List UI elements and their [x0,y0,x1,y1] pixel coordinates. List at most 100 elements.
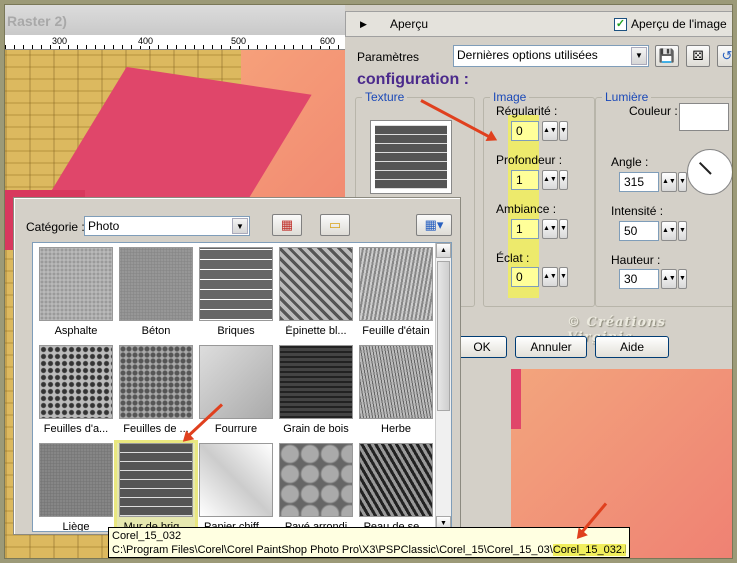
intensity-input[interactable]: 50 [619,221,659,241]
scroll-up-icon[interactable]: ▲ [436,243,451,258]
shine-input[interactable]: 0 [511,267,539,287]
texture-tile[interactable]: Feuilles d'a... [37,345,115,435]
grass-texture [359,345,433,419]
cork-texture [39,443,113,517]
regularity-input[interactable]: 0 [511,121,539,141]
preview-label: Aperçu [390,17,429,31]
preview-image-toggle[interactable]: ✓ Aperçu de l'image [614,17,727,31]
texture-name: Feuilles d'a... [43,423,109,435]
category-select[interactable]: Photo ▼ [84,216,250,236]
spin-updown-icon[interactable]: ▲▼ [542,121,558,141]
regularity-label: Régularité : [496,104,558,118]
height-spinner[interactable]: ▲▼ ▼ [661,269,687,289]
help-button[interactable]: Aide [595,336,669,358]
chevron-down-icon[interactable]: ▼ [677,269,687,289]
texture-name: Fourrure [214,423,258,435]
category-label: Catégorie : [26,220,85,234]
shine-spinner[interactable]: ▲▼ ▼ [542,267,568,287]
texture-preview[interactable] [370,120,452,194]
folder-icon: ▭ [328,217,342,232]
angle-spinner[interactable]: ▲▼ ▼ [661,172,687,192]
chevron-down-icon[interactable]: ▼ [558,219,568,239]
ruler-tick-label: 400 [137,36,155,46]
texture-tile[interactable]: Pavé arrondi [277,443,355,531]
light-group-title: Lumière [602,90,652,104]
chevron-down-icon[interactable]: ▼ [558,170,568,190]
light-color-swatch[interactable] [679,103,729,131]
asphalt-texture [39,247,113,321]
chevron-down-icon[interactable]: ▼ [558,267,568,287]
texture-name: Briques [217,325,255,337]
texture-tile[interactable]: Peau de se... [357,443,435,531]
depth-spinner[interactable]: ▲▼ ▼ [542,170,568,190]
file-path-tooltip: Corel_15_032 C:\Program Files\Corel\Core… [108,527,630,558]
grid-view-icon: ▦▾ [424,217,444,232]
chevron-down-icon[interactable]: ▼ [677,172,687,192]
horizontal-ruler: 300 400 500 600 [5,35,345,50]
file-locations-button[interactable]: ▭ [320,214,350,236]
depth-input[interactable]: 1 [511,170,539,190]
expand-triangle-icon[interactable]: ▶ [360,19,367,30]
texture-tile[interactable]: Épinette bl... [277,247,355,337]
reset-arrow-icon: ↺ [721,48,733,63]
texture-tile[interactable]: Liège [37,443,115,531]
texture-tile[interactable]: Grain de bois [277,345,355,435]
intensity-spinner[interactable]: ▲▼ ▼ [661,221,687,241]
view-mode-button[interactable]: ▦▾ [416,214,452,236]
ok-button[interactable]: OK [457,336,507,358]
regularity-spinner[interactable]: ▲▼ ▼ [542,121,568,141]
tooltip-file-path: C:\Program Files\Corel\Corel PaintShop P… [112,543,626,557]
texture-chart-button[interactable]: ▦ [272,214,302,236]
angle-input[interactable]: 315 [619,172,659,192]
leaves-texture [39,345,113,419]
scrollbar-thumb[interactable] [437,261,450,411]
params-select-value: Dernières options utilisées [457,48,598,62]
chevron-down-icon[interactable]: ▼ [677,221,687,241]
texture-name: Béton [141,325,171,337]
spin-updown-icon[interactable]: ▲▼ [542,267,558,287]
height-label: Hauteur : [611,253,661,267]
image-group-title: Image [490,90,530,104]
spin-updown-icon[interactable]: ▲▼ [542,170,558,190]
tooltip-file-name: Corel_15_032 [112,530,182,542]
texture-name: Épinette bl... [285,325,347,337]
texture-tile[interactable]: Papier chiff... [197,443,275,531]
texture-tile[interactable]: Fourrure [197,345,275,435]
texture-tile[interactable]: Herbe [357,345,435,435]
texture-grid: ▲ ▼ Asphalte Béton Briques Épinette bl... Fe… [32,242,452,532]
spin-updown-icon[interactable]: ▲▼ [661,269,677,289]
floppy-disk-icon: 💾 [658,48,676,63]
texture-tile[interactable]: Béton [117,247,195,337]
ambiance-input[interactable]: 1 [511,219,539,239]
dice-icon: ⚄ [692,48,704,63]
cancel-button[interactable]: Annuler [515,336,587,358]
preview-image-checkbox[interactable]: ✓ [614,17,627,31]
preview-image-label: Aperçu de l'image [631,17,727,31]
texture-name: Feuille d'étain [362,325,430,337]
texture-tile[interactable]: Asphalte [37,247,115,337]
spruce-texture [279,247,353,321]
params-label: Paramètres [357,50,420,64]
params-select[interactable]: Dernières options utilisées ▼ [453,45,649,67]
ambiance-spinner[interactable]: ▲▼ ▼ [542,219,568,239]
texture-tile[interactable]: Mur de briq... [114,440,198,531]
reset-button[interactable]: ↺ [717,45,733,67]
bricks-texture [199,247,273,321]
save-preset-button[interactable]: 💾 [655,45,679,67]
chevron-down-icon[interactable]: ▼ [631,47,647,65]
texture-tile[interactable]: Briques [197,247,275,337]
texture-name: Herbe [381,423,411,435]
spin-updown-icon[interactable]: ▲▼ [661,221,677,241]
chevron-down-icon[interactable]: ▼ [558,121,568,141]
angle-dial[interactable] [687,149,732,195]
crumpled-paper-texture [199,443,273,517]
randomize-button[interactable]: ⚄ [686,45,710,67]
chevron-down-icon[interactable]: ▼ [232,218,248,234]
texture-tile[interactable]: Feuilles de ... [117,345,195,435]
vertical-scrollbar[interactable]: ▲ ▼ [435,243,451,531]
spin-updown-icon[interactable]: ▲▼ [661,172,677,192]
texture-tile[interactable]: Feuille d'étain [357,247,435,337]
brick-wall-thumbnail [375,125,447,189]
spin-updown-icon[interactable]: ▲▼ [542,219,558,239]
height-input[interactable]: 30 [619,269,659,289]
